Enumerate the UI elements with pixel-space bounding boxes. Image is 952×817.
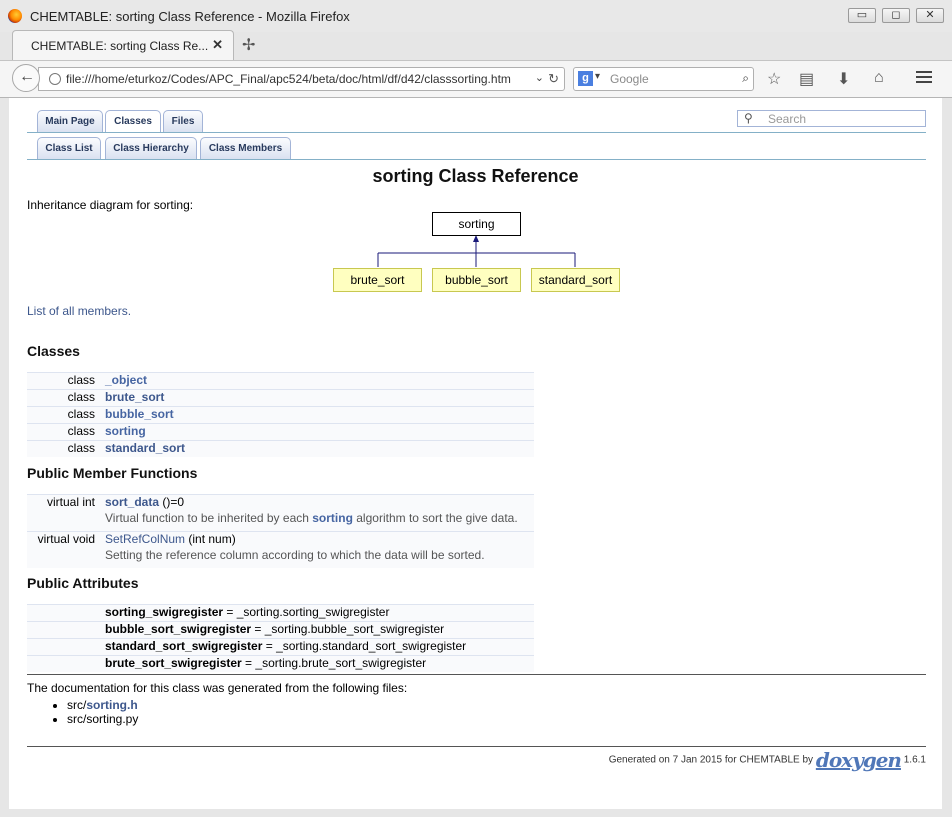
desc-link-sorting[interactable]: sorting xyxy=(312,511,353,525)
functions-heading: Public Member Functions xyxy=(27,465,198,481)
table-row-desc: Setting the reference column according t… xyxy=(27,548,534,568)
attribute-name[interactable]: bubble_sort_swigregister xyxy=(105,622,251,636)
attribute-name[interactable]: sorting_swigregister xyxy=(105,605,223,619)
bookmark-star-icon[interactable]: ☆ xyxy=(767,69,781,89)
list-item: src/sorting.h xyxy=(67,698,138,712)
class-link-brute-sort[interactable]: brute_sort xyxy=(105,390,164,404)
globe-icon xyxy=(49,73,61,85)
function-return-type: virtual void xyxy=(27,531,105,548)
function-desc: Setting the reference column according t… xyxy=(105,548,485,562)
bookmarks-menu-icon[interactable]: ▤ xyxy=(799,69,814,89)
downloads-icon[interactable]: ⬇ xyxy=(837,69,850,89)
function-desc-end: algorithm to sort the give data. xyxy=(352,511,518,525)
attributes-heading: Public Attributes xyxy=(27,575,139,591)
home-icon[interactable]: ⌂ xyxy=(874,69,884,87)
diagram-node-brute-sort[interactable]: brute_sort xyxy=(333,268,422,292)
footer-text: Generated on 7 Jan 2015 for CHEMTABLE by xyxy=(608,754,814,766)
diagram-node-standard-sort[interactable]: standard_sort xyxy=(531,268,620,292)
table-row: class standard_sort xyxy=(27,440,534,457)
minimize-icon: ▭ xyxy=(856,9,868,21)
tab-label: CHEMTABLE: sorting Class Re... xyxy=(31,39,209,53)
function-return-type: virtual int xyxy=(27,494,105,511)
table-row: class _object xyxy=(27,372,534,390)
web-search-placeholder[interactable]: Google xyxy=(610,72,649,86)
attribute-value: = _sorting.bubble_sort_swigregister xyxy=(251,622,445,636)
function-args: (int num) xyxy=(185,532,236,546)
navigation-toolbar: file:///home/eturkoz/Codes/APC_Final/apc… xyxy=(0,60,952,98)
tab-bar: CHEMTABLE: sorting Class Re... ✕ ✢ xyxy=(0,26,952,60)
url-history-dropdown-icon[interactable]: ⌄ xyxy=(535,71,544,84)
class-kind: class xyxy=(27,406,105,424)
attribute-name[interactable]: standard_sort_swigregister xyxy=(105,639,262,653)
browser-tab[interactable]: CHEMTABLE: sorting Class Re... ✕ xyxy=(12,30,234,60)
back-button[interactable]: ← xyxy=(12,64,40,92)
class-kind: class xyxy=(27,372,105,390)
url-text[interactable]: file:///home/eturkoz/Codes/APC_Final/apc… xyxy=(66,72,526,86)
table-row: brute_sort_swigregister = _sorting.brute… xyxy=(27,655,534,672)
back-arrow-icon: ← xyxy=(19,68,35,85)
table-row: virtual int sort_data ()=0 xyxy=(27,494,534,511)
search-go-icon[interactable]: ⌕ xyxy=(742,71,749,86)
table-row: standard_sort_swigregister = _sorting.st… xyxy=(27,638,534,656)
functions-table: virtual int sort_data ()=0 Virtual funct… xyxy=(27,494,534,568)
close-window-button[interactable]: ✕ xyxy=(916,8,944,23)
firefox-logo-icon xyxy=(8,9,22,23)
classes-heading: Classes xyxy=(27,343,80,359)
url-bar[interactable]: file:///home/eturkoz/Codes/APC_Final/apc… xyxy=(38,67,565,91)
maximize-button[interactable]: ◻ xyxy=(882,8,910,23)
footer: Generated on 7 Jan 2015 for CHEMTABLE by… xyxy=(609,748,926,772)
class-link-sorting[interactable]: sorting xyxy=(105,424,146,438)
table-row: class bubble_sort xyxy=(27,406,534,424)
attribute-value: = _sorting.brute_sort_swigregister xyxy=(241,656,427,670)
class-link-object[interactable]: _object xyxy=(105,373,147,387)
class-kind: class xyxy=(27,440,105,457)
function-link-sort-data[interactable]: sort_data xyxy=(105,495,159,509)
diagram-node-bubble-sort[interactable]: bubble_sort xyxy=(432,268,521,292)
close-icon: ✕ xyxy=(925,9,935,21)
divider xyxy=(27,674,926,675)
divider xyxy=(27,746,926,747)
footer-version: 1.6.1 xyxy=(903,754,926,766)
reload-icon[interactable]: ↻ xyxy=(548,71,559,87)
window-title: CHEMTABLE: sorting Class Reference - Moz… xyxy=(30,9,350,24)
function-desc: Virtual function to be inherited by each xyxy=(105,511,313,525)
class-link-bubble-sort[interactable]: bubble_sort xyxy=(105,407,174,421)
table-row: sorting_swigregister = _sorting.sorting_… xyxy=(27,604,534,622)
class-link-standard-sort[interactable]: standard_sort xyxy=(105,441,185,455)
classes-table: class _object class brute_sort class bubble… xyxy=(27,372,534,457)
minimize-button[interactable]: ▭ xyxy=(848,8,876,23)
function-args: ()=0 xyxy=(159,495,185,509)
table-row-desc: Virtual function to be inherited by each… xyxy=(27,511,534,532)
tab-close-icon[interactable]: ✕ xyxy=(212,37,223,53)
web-search-box[interactable]: g ▾ Google ⌕ xyxy=(573,67,754,91)
maximize-icon: ◻ xyxy=(891,9,901,21)
file-prefix: src/ xyxy=(67,698,87,712)
function-link-setrefcolnum[interactable]: SetRefColNum xyxy=(105,532,185,546)
file-prefix: src/sorting.py xyxy=(67,712,139,726)
new-tab-icon[interactable]: ✢ xyxy=(242,35,255,55)
all-members-link[interactable]: List of all members. xyxy=(27,304,131,318)
attribute-value: = _sorting.standard_sort_swigregister xyxy=(262,639,467,653)
diagram-node-sorting[interactable]: sorting xyxy=(432,212,521,236)
table-row: class brute_sort xyxy=(27,389,534,407)
table-row: bubble_sort_swigregister = _sorting.bubb… xyxy=(27,621,534,639)
file-link-sorting-h[interactable]: sorting.h xyxy=(86,698,137,712)
doxygen-logo[interactable]: doxygen xyxy=(816,748,902,772)
files-intro: The documentation for this class was gen… xyxy=(27,681,408,695)
class-kind: class xyxy=(27,423,105,441)
files-list: src/sorting.h src/sorting.py xyxy=(49,698,138,726)
class-kind: class xyxy=(27,389,105,407)
table-row: class sorting xyxy=(27,423,534,441)
table-row: virtual void SetRefColNum (int num) xyxy=(27,531,534,548)
hamburger-menu-icon[interactable] xyxy=(916,71,932,85)
list-item: src/sorting.py xyxy=(67,712,138,726)
attributes-table: sorting_swigregister = _sorting.sorting_… xyxy=(27,604,534,672)
google-engine-icon[interactable]: g xyxy=(578,71,593,86)
attribute-value: = _sorting.sorting_swigregister xyxy=(223,605,390,619)
search-engine-dropdown-icon[interactable]: ▾ xyxy=(595,71,600,82)
page-content: Main Page Classes Files ⚲ Search Class L… xyxy=(9,98,942,809)
attribute-name[interactable]: brute_sort_swigregister xyxy=(105,656,242,670)
